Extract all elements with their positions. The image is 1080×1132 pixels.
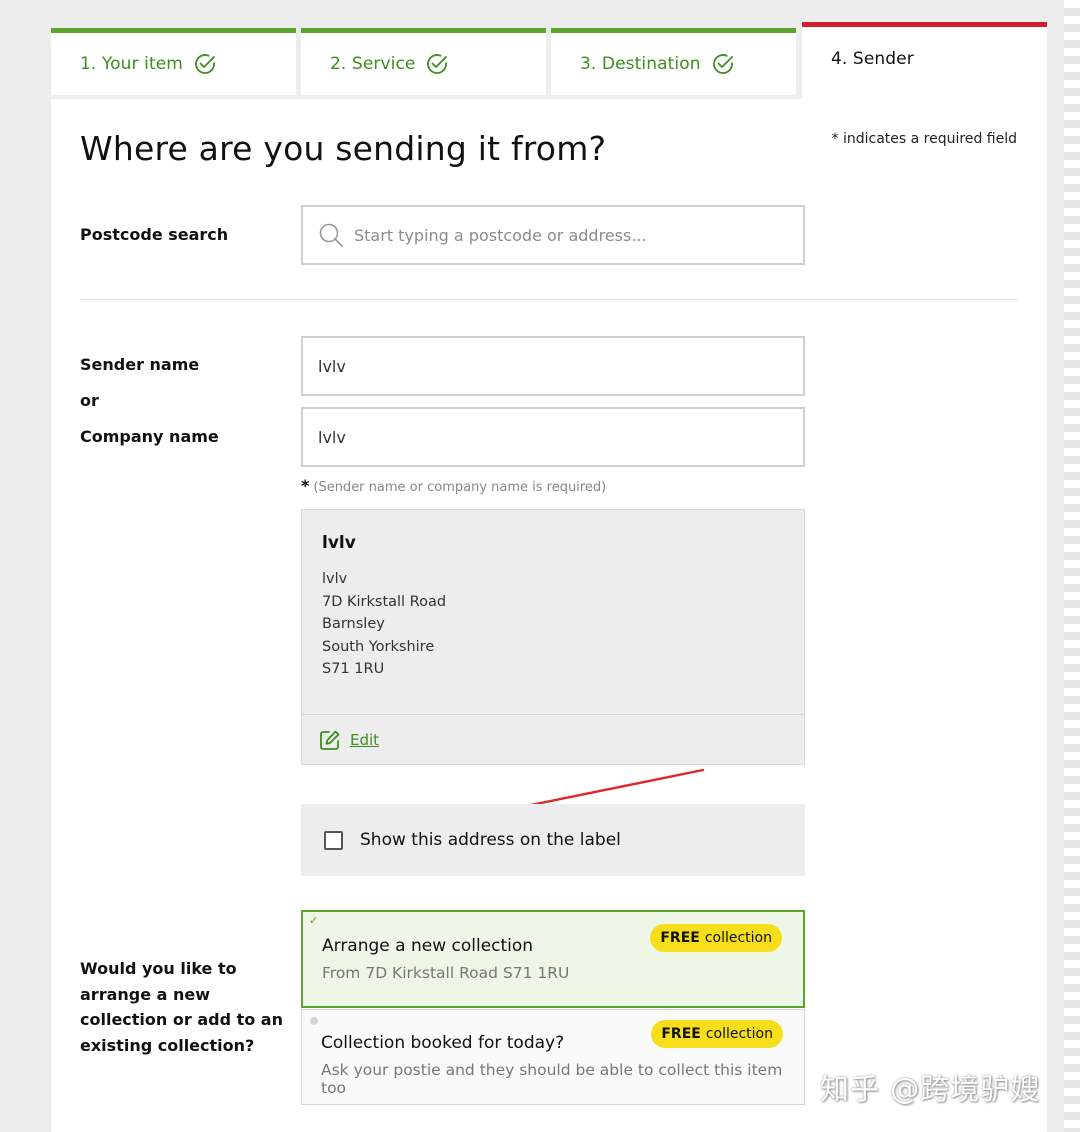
collection-question: Would you like to arrange a new collecti…: [80, 959, 283, 1055]
company-name-label: Company name: [80, 427, 219, 446]
address-line: Barnsley: [322, 616, 385, 632]
page-edge-pattern: [1064, 0, 1080, 1132]
show-address-option[interactable]: Show this address on the label: [301, 804, 805, 876]
page-title: Where are you sending it from?: [80, 129, 607, 168]
tab-your-item[interactable]: 1. Your item: [51, 28, 296, 95]
tab-sender[interactable]: 4. Sender: [802, 22, 1047, 100]
option-subtitle: Ask your postie and they should be able …: [321, 1061, 783, 1097]
tab-label: 1. Your item: [80, 54, 183, 74]
edit-address-link[interactable]: Edit: [350, 731, 379, 749]
company-name-value: lvlv: [318, 427, 346, 447]
sender-name-input[interactable]: lvlv: [301, 336, 805, 396]
postcode-placeholder: Start typing a postcode or address...: [354, 225, 647, 245]
check-circle-icon: [195, 54, 215, 74]
sender-name-value: lvlv: [318, 356, 346, 376]
free-collection-badge: FREE collection: [651, 1020, 783, 1048]
option-subtitle: From 7D Kirkstall Road S71 1RU: [322, 964, 570, 982]
company-name-input[interactable]: lvlv: [301, 407, 805, 467]
show-address-label: Show this address on the label: [360, 830, 621, 850]
watermark: 知乎 @跨境驴嫂: [820, 1072, 1041, 1106]
address-line: S71 1RU: [322, 661, 385, 677]
required-hint-text: (Sender name or company name is required…: [313, 480, 607, 495]
check-mark-icon: ✓: [309, 914, 319, 927]
address-card-name: lvlv: [322, 533, 356, 553]
sender-name-label: Sender name: [80, 355, 200, 374]
section-divider: [80, 299, 1018, 300]
badge-bold: FREE: [661, 1026, 701, 1042]
address-lines: lvlv 7D Kirkstall Road Barnsley South Yo…: [322, 568, 446, 681]
badge-text: collection: [704, 930, 772, 946]
required-star: *: [301, 476, 310, 495]
edit-icon[interactable]: [319, 729, 341, 751]
tab-destination[interactable]: 3. Destination: [551, 28, 796, 95]
new-collection-option[interactable]: ✓ Arrange a new collection From 7D Kirks…: [301, 910, 805, 1008]
existing-collection-option[interactable]: Collection booked for today? Ask your po…: [301, 1009, 805, 1105]
search-icon: [319, 223, 343, 247]
or-label: or: [80, 391, 99, 410]
tab-label: 3. Destination: [580, 54, 701, 74]
tab-label: 4. Sender: [831, 49, 914, 69]
address-card-footer: Edit: [302, 714, 804, 765]
postcode-search-input[interactable]: Start typing a postcode or address...: [301, 205, 805, 265]
checkbox-icon[interactable]: [324, 830, 343, 850]
address-line: 7D Kirkstall Road: [322, 593, 447, 610]
badge-text: collection: [705, 1026, 773, 1042]
required-hint: * (Sender name or company name is require…: [301, 476, 606, 495]
option-title: Arrange a new collection: [322, 936, 534, 956]
sender-address-card: lvlv lvlv 7D Kirkstall Road Barnsley Sou…: [301, 509, 805, 765]
free-collection-badge: FREE collection: [650, 924, 782, 952]
check-circle-icon: [712, 54, 733, 74]
sender-form-panel: Where are you sending it from? * indicat…: [51, 99, 1047, 1132]
tab-label: 2. Service: [330, 54, 416, 74]
address-line: lvlv: [322, 571, 348, 587]
radio-dot-icon: [310, 1017, 318, 1025]
tab-service[interactable]: 2. Service: [301, 28, 546, 95]
address-line: South Yorkshire: [322, 638, 435, 655]
progress-tabs: 1. Your item 2. Service 3. Destination 4…: [51, 22, 1047, 100]
postcode-search-label: Postcode search: [80, 225, 229, 244]
badge-bold: FREE: [660, 930, 700, 946]
option-title: Collection booked for today?: [321, 1033, 565, 1053]
required-field-note: * indicates a required field: [831, 131, 1017, 147]
check-circle-icon: [427, 54, 448, 74]
